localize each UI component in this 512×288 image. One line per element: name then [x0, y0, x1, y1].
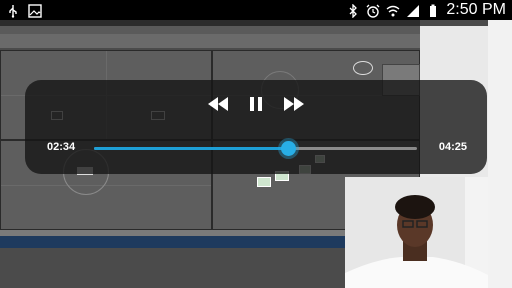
elapsed-time: 02:34	[47, 141, 76, 153]
rewind-icon	[208, 97, 228, 111]
seek-thumb[interactable]	[280, 141, 296, 156]
scene-object	[353, 61, 373, 75]
status-bar: 2:50 PM	[0, 0, 512, 20]
usb-icon	[6, 3, 20, 18]
seek-bar[interactable]	[94, 141, 417, 156]
wifi-icon	[386, 3, 400, 17]
webcam-presenter	[345, 177, 488, 288]
app-menubar	[0, 26, 420, 34]
clock: 2:50 PM	[446, 1, 506, 18]
signal-icon	[406, 3, 420, 17]
alarm-icon	[366, 3, 380, 18]
seek-progress	[94, 147, 288, 150]
pause-button[interactable]	[243, 92, 269, 116]
total-duration: 04:25	[438, 141, 467, 153]
image-icon	[28, 3, 42, 18]
rewind-button[interactable]	[205, 92, 231, 116]
pause-icon	[250, 97, 262, 111]
app-toolbar	[0, 34, 420, 48]
fast-forward-button[interactable]	[281, 92, 307, 116]
screen-edge	[488, 20, 512, 288]
scene-object	[257, 177, 271, 187]
bluetooth-icon	[346, 3, 360, 19]
media-controls: 02:34 04:25	[25, 80, 487, 174]
fast-forward-icon	[284, 97, 304, 111]
battery-icon	[426, 3, 440, 17]
